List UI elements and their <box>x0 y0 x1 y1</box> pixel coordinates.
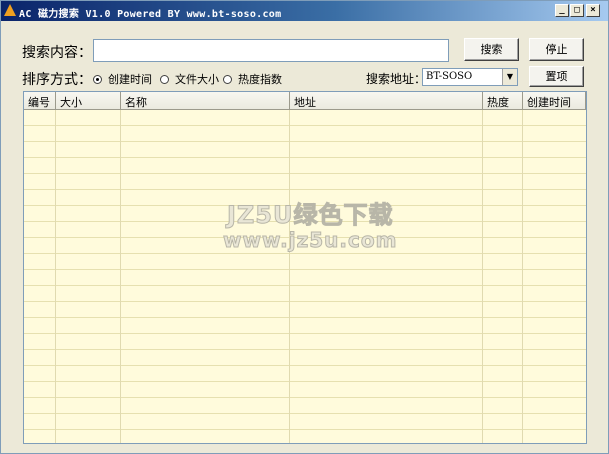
maximize-button[interactable]: □ <box>570 4 584 17</box>
watermark-line1: JZ5U绿色下载 <box>226 201 394 230</box>
sort-option-label: 热度指数 <box>238 73 282 86</box>
address-select-value: BT-SOSO <box>426 71 473 82</box>
sort-label: 排序方式： <box>22 72 92 88</box>
app-icon <box>4 4 16 16</box>
sort-option-created-time[interactable]: 创建时间 <box>93 71 152 87</box>
watermark-line2: www.jz5u.com <box>222 228 398 252</box>
sort-option-file-size[interactable]: 文件大小 <box>160 71 219 87</box>
column-header-id[interactable]: 编号 <box>24 92 56 110</box>
column-divider <box>120 110 121 443</box>
column-divider <box>522 110 523 443</box>
search-label: 搜索内容： <box>22 45 92 61</box>
column-header-heat[interactable]: 热度 <box>483 92 523 110</box>
sort-option-label: 文件大小 <box>175 73 219 86</box>
stop-button[interactable]: 停止 <box>529 38 584 61</box>
column-header-address[interactable]: 地址 <box>290 92 483 110</box>
column-divider <box>482 110 483 443</box>
close-button[interactable]: × <box>586 4 600 17</box>
app-window: AC 磁力搜索 V1.0 Powered BY www.bt-soso.com … <box>0 0 609 454</box>
address-select[interactable]: BT-SOSO ▼ <box>422 68 518 86</box>
column-header-name[interactable]: 名称 <box>121 92 290 110</box>
column-header-created-time[interactable]: 创建时间 <box>523 92 586 110</box>
settings-button[interactable]: 置项 <box>529 66 584 87</box>
address-label: 搜索地址： <box>366 72 427 86</box>
radio-empty-icon <box>223 75 232 84</box>
search-input[interactable] <box>93 39 449 62</box>
title-bar[interactable]: AC 磁力搜索 V1.0 Powered BY www.bt-soso.com … <box>1 1 608 21</box>
results-table[interactable]: 编号 大小 名称 地址 热度 创建时间 <box>23 91 587 444</box>
radio-selected-icon <box>93 75 102 84</box>
column-divider <box>289 110 290 443</box>
watermark: JZ5U绿色下载 www.jz5u.com <box>222 201 398 252</box>
sort-option-label: 创建时间 <box>108 73 152 86</box>
search-button[interactable]: 搜索 <box>464 38 519 61</box>
radio-empty-icon <box>160 75 169 84</box>
window-title: AC 磁力搜索 V1.0 Powered BY www.bt-soso.com <box>19 9 282 20</box>
sort-option-heat[interactable]: 热度指数 <box>223 71 282 87</box>
column-header-size[interactable]: 大小 <box>56 92 121 110</box>
chevron-down-icon[interactable]: ▼ <box>502 69 517 85</box>
column-divider <box>55 110 56 443</box>
table-header: 编号 大小 名称 地址 热度 创建时间 <box>24 92 586 110</box>
minimize-button[interactable]: _ <box>555 4 569 17</box>
